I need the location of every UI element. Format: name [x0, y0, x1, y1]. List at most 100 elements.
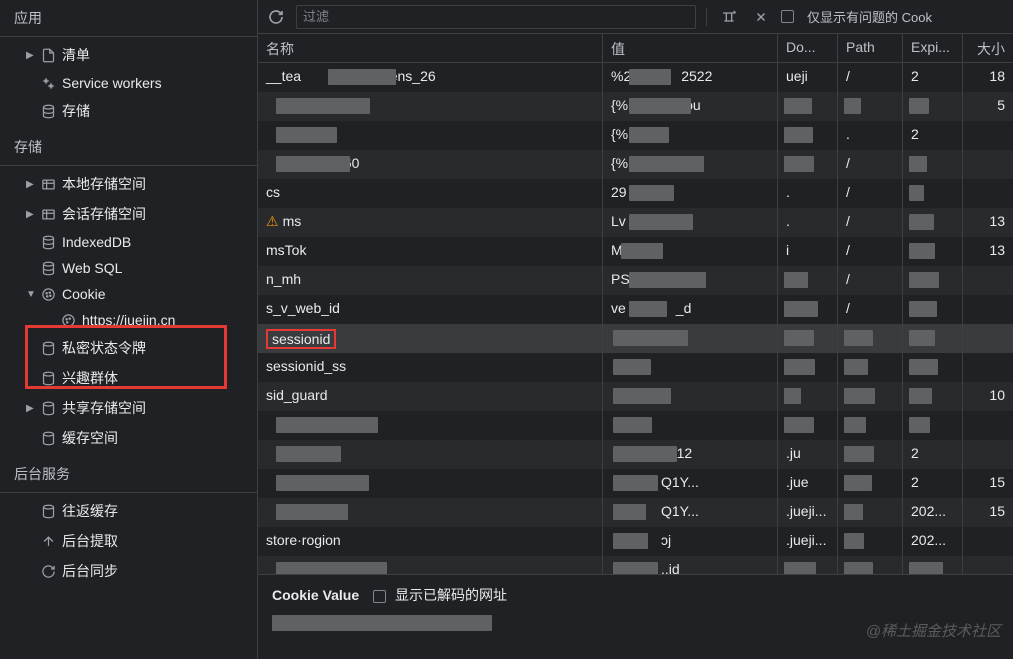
- value-frag: Q1Y...: [661, 503, 699, 519]
- cell-path: [838, 92, 903, 121]
- table-row[interactable]: ⚠msLv./13: [258, 208, 1013, 237]
- cell-value: M: [603, 237, 778, 266]
- sidebar-item-cache-storage[interactable]: 缓存空间: [0, 423, 257, 453]
- sidebar-item-cookie-domain[interactable]: https://juejin.cn: [0, 307, 257, 333]
- cookie-name-text: sid_guard: [266, 387, 328, 403]
- sidebar-item-websql[interactable]: Web SQL: [0, 255, 257, 281]
- sidebar-item-local-storage[interactable]: ▶ 本地存储空间: [0, 169, 257, 199]
- only-issues-checkbox[interactable]: [781, 10, 794, 23]
- clear-all-button[interactable]: [749, 5, 773, 29]
- label: Web SQL: [62, 260, 122, 276]
- cell-expires: [903, 179, 963, 208]
- cell-domain: ueji: [778, 63, 838, 92]
- cell-path: /: [838, 63, 903, 92]
- database-icon: [40, 234, 56, 250]
- sidebar-item-manifest[interactable]: ▶ 清单: [0, 40, 257, 70]
- gears-icon: [40, 75, 56, 91]
- sidebar-item-app-storage[interactable]: 存储: [0, 96, 257, 126]
- database-icon: [40, 503, 56, 519]
- sidebar-item-private-state[interactable]: 私密状态令牌: [0, 333, 257, 363]
- cell-expires: 202...: [903, 498, 963, 527]
- label: 共享存储空间: [62, 398, 146, 418]
- cell-path: /: [838, 179, 903, 208]
- cell-path: [838, 469, 903, 498]
- expires-text: 2: [911, 445, 919, 461]
- refresh-button[interactable]: [264, 5, 288, 29]
- sidebar-item-bgfetch[interactable]: 后台提取: [0, 526, 257, 556]
- table-row[interactable]: __teatokens_26%22522ueji/218: [258, 63, 1013, 92]
- expires-text: 2: [911, 126, 919, 142]
- show-decoded-checkbox[interactable]: [373, 590, 386, 603]
- redacted: [276, 156, 350, 172]
- cell-value: Q1Y...: [603, 469, 778, 498]
- cell-name: sessionid_ss: [258, 353, 603, 382]
- cell-value: PS: [603, 266, 778, 295]
- redacted: [276, 446, 341, 462]
- sidebar-item-session-storage[interactable]: ▶ 会话存储空间: [0, 199, 257, 229]
- filter-input[interactable]: [296, 5, 696, 29]
- cell-value: Q1Y...: [603, 498, 778, 527]
- cell-domain: i: [778, 237, 838, 266]
- col-value[interactable]: 值: [603, 34, 778, 62]
- table-row[interactable]: store·rogionɔj.jueji...202...: [258, 527, 1013, 556]
- sync-icon: [40, 563, 56, 579]
- col-path[interactable]: Path: [838, 34, 903, 62]
- cell-size: 10: [963, 382, 1013, 411]
- table-row[interactable]: msTokMi/13: [258, 237, 1013, 266]
- table-row[interactable]: [258, 411, 1013, 440]
- cell-expires: 2: [903, 440, 963, 469]
- sidebar-item-interest-groups[interactable]: 兴趣群体: [0, 363, 257, 393]
- sidebar-item-shared-storage[interactable]: ▶ 共享存储空间: [0, 393, 257, 423]
- clear-filter-button[interactable]: [717, 5, 741, 29]
- sidebar-item-indexeddb[interactable]: IndexedDB: [0, 229, 257, 255]
- table-row[interactable]: cs29./: [258, 179, 1013, 208]
- table-row[interactable]: sid_guard 10: [258, 382, 1013, 411]
- cell-domain: .jueji...: [778, 527, 838, 556]
- table-row[interactable]: _60{%/: [258, 150, 1013, 179]
- redacted: [909, 185, 924, 201]
- sidebar-item-bfcache[interactable]: 往返缓存: [0, 496, 257, 526]
- table-row[interactable]: n_mhPS/: [258, 266, 1013, 295]
- label: 后台同步: [62, 561, 118, 581]
- table-row[interactable]: sessionid_ss: [258, 353, 1013, 382]
- cell-expires: [903, 411, 963, 440]
- table-row[interactable]: Q1Y....jue215: [258, 469, 1013, 498]
- redacted: [629, 185, 674, 201]
- col-domain[interactable]: Do...: [778, 34, 838, 62]
- redacted: [909, 272, 939, 288]
- col-name[interactable]: 名称: [258, 34, 603, 62]
- cell-expires: [903, 353, 963, 382]
- sidebar-item-service-workers[interactable]: Service workers: [0, 70, 257, 96]
- cell-size: [963, 150, 1013, 179]
- expires-text: 2: [911, 68, 919, 84]
- cell-name: [258, 440, 603, 469]
- redacted: [784, 330, 814, 346]
- label: 后台提取: [62, 531, 118, 551]
- table-row[interactable]: o412.ju2: [258, 440, 1013, 469]
- value-frag: _d: [676, 300, 692, 316]
- table-row[interactable]: s_v_web_idve_d/: [258, 295, 1013, 324]
- table-row[interactable]: sessionid: [258, 324, 1013, 353]
- table-row[interactable]: {%sou5: [258, 92, 1013, 121]
- table-row[interactable]: ..id: [258, 556, 1013, 574]
- table-row[interactable]: 1Q1Y....jueji...202...15: [258, 498, 1013, 527]
- col-size[interactable]: 大小: [963, 34, 1013, 62]
- redacted: [276, 417, 378, 433]
- database-icon: [40, 103, 56, 119]
- cookie-value-label: Cookie Value: [272, 587, 359, 603]
- redacted: [276, 562, 387, 574]
- table-row[interactable]: {%.2: [258, 121, 1013, 150]
- redacted: [844, 504, 863, 520]
- cell-path: /: [838, 208, 903, 237]
- sidebar-item-cookie[interactable]: ▼ Cookie: [0, 281, 257, 307]
- cell-size: [963, 121, 1013, 150]
- path-text: /: [846, 271, 850, 287]
- col-expires[interactable]: Expi...: [903, 34, 963, 62]
- section-title-app: 应用: [0, 0, 257, 37]
- sidebar-item-bgsync[interactable]: 后台同步: [0, 556, 257, 586]
- redacted-value: [272, 615, 492, 631]
- redacted: [784, 359, 815, 375]
- cell-path: /: [838, 237, 903, 266]
- cell-size: [963, 527, 1013, 556]
- cell-name: store·rogion: [258, 527, 603, 556]
